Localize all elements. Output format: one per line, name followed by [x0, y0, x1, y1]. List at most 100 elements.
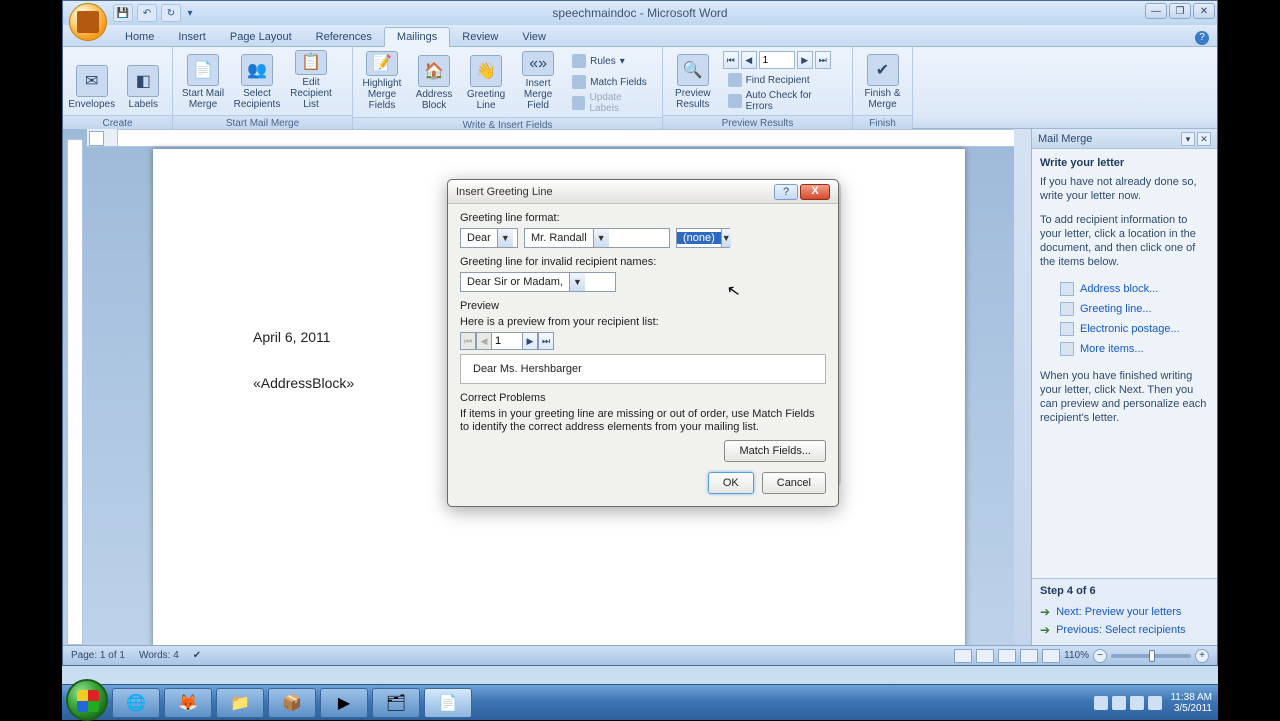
taskbar-app2-icon[interactable]: 🗂: [372, 688, 420, 718]
tab-page-layout[interactable]: Page Layout: [218, 28, 304, 46]
taskbar-explorer-icon[interactable]: 📁: [216, 688, 264, 718]
name-format-combo[interactable]: Mr. Randall▼: [524, 228, 670, 248]
tray-clock[interactable]: 11:38 AM 3/5/2011: [1170, 692, 1212, 714]
save-icon[interactable]: 💾: [113, 4, 133, 22]
next-step-link[interactable]: ➔Next: Preview your letters: [1040, 603, 1209, 621]
tab-mailings[interactable]: Mailings: [384, 27, 450, 47]
salutation-combo[interactable]: Dear▼: [460, 228, 518, 248]
address-block-link[interactable]: Address block...: [1040, 279, 1209, 299]
preview-index-input[interactable]: [492, 332, 522, 350]
close-button[interactable]: ✕: [1193, 3, 1215, 19]
status-bar: Page: 1 of 1 Words: 4 ✔ 110% − +: [63, 645, 1217, 665]
minimize-button[interactable]: —: [1145, 3, 1167, 19]
office-button[interactable]: [69, 3, 107, 41]
print-layout-view-button[interactable]: [954, 649, 972, 663]
tab-insert[interactable]: Insert: [166, 28, 218, 46]
tray-icon[interactable]: [1112, 696, 1126, 710]
select-recipients-button[interactable]: 👥Select Recipients: [231, 49, 283, 113]
tray-icon[interactable]: [1094, 696, 1108, 710]
help-icon[interactable]: ?: [1195, 31, 1209, 45]
status-page[interactable]: Page: 1 of 1: [71, 650, 125, 661]
finish-icon: ✔: [867, 54, 899, 86]
record-number-input[interactable]: [759, 51, 795, 69]
pane-close-icon[interactable]: ✕: [1197, 132, 1211, 146]
chevron-down-icon: ▼: [721, 229, 731, 247]
taskbar-word-icon[interactable]: 📄: [424, 688, 472, 718]
invalid-greeting-combo[interactable]: Dear Sir or Madam,▼: [460, 272, 616, 292]
restore-button[interactable]: ❐: [1169, 3, 1191, 19]
address-block-icon: [1060, 282, 1074, 296]
highlight-merge-fields-button[interactable]: 📝Highlight Merge Fields: [357, 50, 407, 114]
status-words[interactable]: Words: 4: [139, 650, 179, 661]
preview-results-button[interactable]: 🔍Preview Results: [667, 49, 719, 113]
find-recipient-button[interactable]: Find Recipient: [723, 70, 846, 90]
edit-recipient-list-button[interactable]: 📋Edit Recipient List: [285, 49, 337, 113]
preview-last-button[interactable]: ⏭: [538, 332, 554, 350]
rules-button[interactable]: Rules ▾: [567, 51, 656, 71]
tab-home[interactable]: Home: [113, 28, 166, 46]
invalid-label: Greeting line for invalid recipient name…: [460, 256, 826, 268]
preview-first-button[interactable]: ⏮: [460, 332, 476, 350]
taskbar-firefox-icon[interactable]: 🦊: [164, 688, 212, 718]
first-record-button[interactable]: ⏮: [723, 51, 739, 69]
undo-icon[interactable]: ↶: [137, 4, 157, 22]
preview-icon: 🔍: [677, 54, 709, 86]
spell-check-icon[interactable]: ✔: [193, 650, 201, 661]
draft-view-button[interactable]: [1042, 649, 1060, 663]
tab-review[interactable]: Review: [450, 28, 510, 46]
punctuation-combo[interactable]: (none)▼: [676, 228, 730, 248]
prev-record-button[interactable]: ◀: [741, 51, 757, 69]
vertical-scrollbar[interactable]: [1014, 129, 1031, 645]
dialog-close-button[interactable]: X: [800, 184, 830, 200]
taskbar-ie-icon[interactable]: 🌐: [112, 688, 160, 718]
mail-merge-pane: Mail Merge ▾ ✕ Write your letter If you …: [1031, 129, 1217, 645]
last-record-button[interactable]: ⏭: [815, 51, 831, 69]
start-button[interactable]: [66, 679, 108, 721]
pane-dropdown-icon[interactable]: ▾: [1181, 132, 1195, 146]
insert-merge-field-button[interactable]: «»Insert Merge Field: [513, 50, 563, 114]
pane-text-3: When you have finished writing your lett…: [1040, 369, 1209, 425]
preview-prev-button[interactable]: ◀: [476, 332, 492, 350]
address-block-button[interactable]: 🏠Address Block: [409, 50, 459, 114]
preview-next-button[interactable]: ▶: [522, 332, 538, 350]
tray-network-icon[interactable]: [1130, 696, 1144, 710]
mail-merge-icon: 📄: [187, 54, 219, 86]
start-mail-merge-button[interactable]: 📄Start Mail Merge: [177, 49, 229, 113]
zoom-in-button[interactable]: +: [1195, 649, 1209, 663]
pane-text-2: To add recipient information to your let…: [1040, 213, 1209, 269]
auto-check-errors-button[interactable]: Auto Check for Errors: [723, 91, 846, 111]
quick-access-toolbar: 💾 ↶ ↻ ▾: [113, 4, 195, 22]
vertical-ruler[interactable]: [67, 139, 83, 645]
window-title: speechmaindoc - Microsoft Word: [552, 6, 727, 20]
next-record-button[interactable]: ▶: [797, 51, 813, 69]
more-items-link[interactable]: More items...: [1040, 339, 1209, 359]
merge-field-icon: «»: [522, 51, 554, 76]
full-screen-view-button[interactable]: [976, 649, 994, 663]
web-layout-view-button[interactable]: [998, 649, 1016, 663]
tab-references[interactable]: References: [304, 28, 384, 46]
zoom-out-button[interactable]: −: [1093, 649, 1107, 663]
taskbar-app1-icon[interactable]: 📦: [268, 688, 316, 718]
zoom-slider[interactable]: [1111, 654, 1191, 658]
match-fields-button[interactable]: Match Fields: [567, 72, 656, 92]
outline-view-button[interactable]: [1020, 649, 1038, 663]
envelopes-button[interactable]: ✉Envelopes: [67, 49, 117, 113]
ok-button[interactable]: OK: [708, 472, 754, 494]
electronic-postage-link[interactable]: Electronic postage...: [1040, 319, 1209, 339]
greeting-line-button[interactable]: 👋Greeting Line: [461, 50, 511, 114]
cancel-button[interactable]: Cancel: [762, 472, 826, 494]
correct-problems-text: If items in your greeting line are missi…: [460, 408, 826, 434]
finish-merge-button[interactable]: ✔Finish & Merge: [857, 49, 908, 113]
tab-view[interactable]: View: [510, 28, 558, 46]
dialog-help-button[interactable]: ?: [774, 184, 798, 200]
zoom-level[interactable]: 110%: [1064, 650, 1089, 661]
horizontal-ruler[interactable]: [87, 129, 1019, 147]
redo-icon[interactable]: ↻: [161, 4, 181, 22]
prev-step-link[interactable]: ➔Previous: Select recipients: [1040, 621, 1209, 639]
labels-button[interactable]: ◧Labels: [119, 49, 169, 113]
taskbar-media-icon[interactable]: ▶: [320, 688, 368, 718]
qat-dropdown-icon[interactable]: ▾: [185, 4, 195, 22]
greeting-line-link[interactable]: Greeting line...: [1040, 299, 1209, 319]
match-fields-button-dialog[interactable]: Match Fields...: [724, 440, 826, 462]
tray-volume-icon[interactable]: [1148, 696, 1162, 710]
